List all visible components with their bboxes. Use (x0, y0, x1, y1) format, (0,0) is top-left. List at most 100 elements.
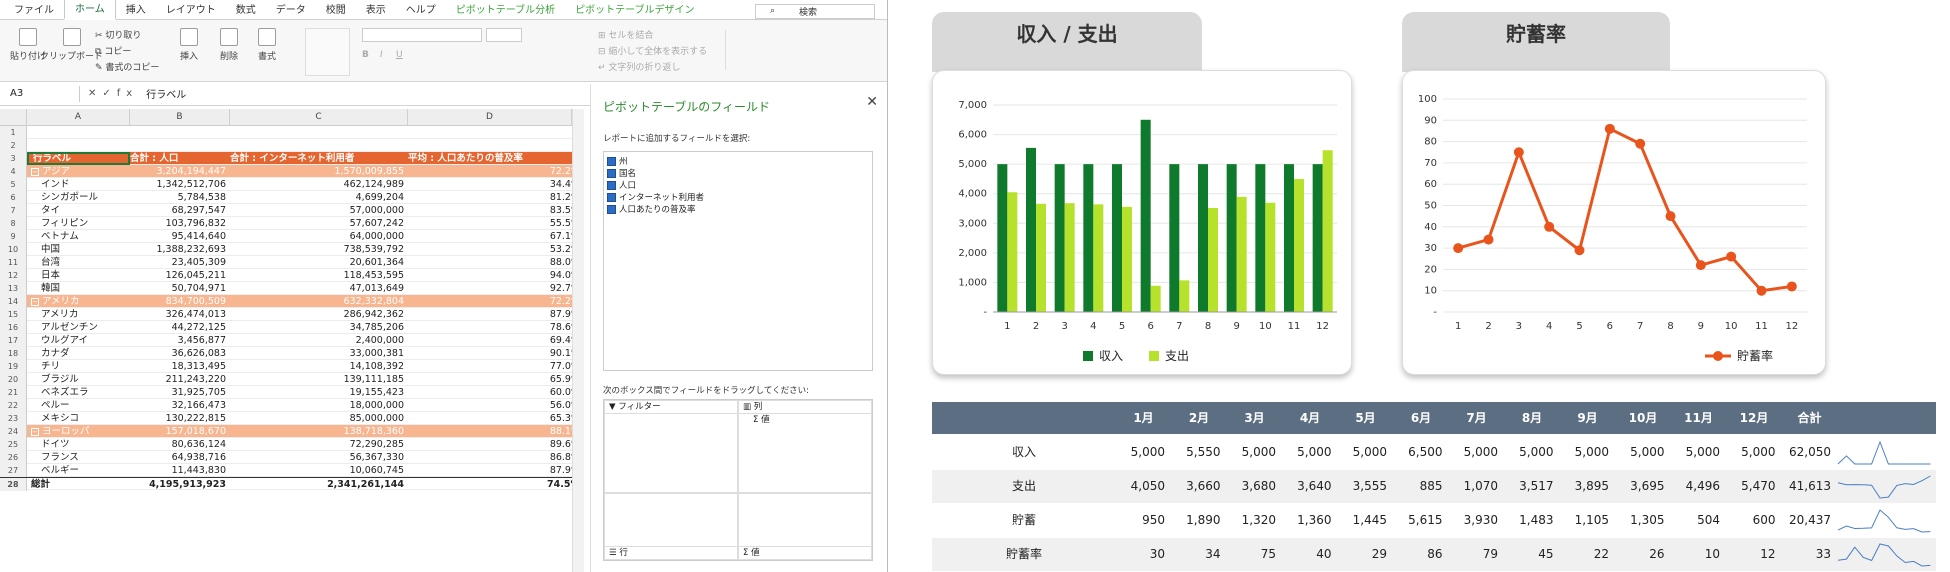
row-label-cell[interactable]: シンガポール (27, 191, 130, 204)
penetration-rate-cell[interactable]: 60.0% (408, 386, 584, 399)
population-cell[interactable]: 11,443,830 (130, 464, 230, 477)
tab-pivot-design[interactable]: ピボットテーブルデザイン (565, 0, 704, 19)
row-number[interactable]: 16 (0, 321, 27, 334)
population-cell[interactable]: 4,195,913,923 (130, 478, 230, 491)
population-cell[interactable]: 64,938,716 (130, 451, 230, 464)
values-area[interactable]: Σ 値 (738, 493, 872, 560)
internet-users-cell[interactable]: 1,570,009,855 (230, 165, 408, 178)
font-family-select[interactable] (362, 28, 482, 42)
row-number[interactable]: 23 (0, 412, 27, 425)
row-label-cell[interactable]: フィリピン (27, 217, 130, 230)
row-label-cell[interactable]: 日本 (27, 269, 130, 282)
rows-area[interactable]: ☰ 行 (604, 493, 738, 560)
row-number[interactable]: 4 (0, 165, 27, 178)
penetration-rate-cell[interactable]: 65.3% (408, 412, 584, 425)
row-label-cell[interactable]: − アジア (27, 165, 130, 178)
row-number[interactable]: 12 (0, 269, 27, 282)
checkbox-checked-icon[interactable] (607, 168, 616, 178)
population-cell[interactable]: 31,925,705 (130, 386, 230, 399)
internet-users-cell[interactable]: 738,539,792 (230, 243, 408, 256)
field-item[interactable]: 人口あたりの普及率 (607, 203, 869, 215)
population-cell[interactable]: 1,388,232,693 (130, 243, 230, 256)
row-number[interactable]: 13 (0, 282, 27, 295)
insert-cells-button[interactable]: 挿入 (180, 28, 198, 62)
row-number[interactable]: 15 (0, 308, 27, 321)
population-cell[interactable]: 32,166,473 (130, 399, 230, 412)
row-label-cell[interactable]: ウルグアイ (27, 334, 130, 347)
penetration-rate-cell[interactable]: 89.6% (408, 438, 584, 451)
internet-users-cell[interactable]: 57,000,000 (230, 204, 408, 217)
penetration-rate-cell[interactable]: 92.7% (408, 282, 584, 295)
copy-button[interactable]: ⧉ コピー (95, 44, 131, 57)
sum-population-header[interactable]: 合計 : 人口 (130, 152, 230, 165)
row-label-header[interactable]: 行ラベル (27, 152, 130, 165)
internet-users-cell[interactable]: 33,000,381 (230, 347, 408, 360)
row-label-cell[interactable]: ベトナム (27, 230, 130, 243)
filter-area[interactable]: ▼ フィルター (604, 400, 738, 493)
formula-input[interactable]: 行ラベル (146, 86, 186, 101)
row-label-cell[interactable]: − ヨーロッパ (27, 425, 130, 438)
penetration-rate-cell[interactable]: 55.5% (408, 217, 584, 230)
population-cell[interactable]: 126,045,211 (130, 269, 230, 282)
wrap-button[interactable]: ↵ 文字列の折り返し (598, 60, 680, 73)
internet-users-cell[interactable]: 286,942,362 (230, 308, 408, 321)
row-label-cell[interactable]: カナダ (27, 347, 130, 360)
spreadsheet-grid[interactable]: A B C D 1 2 3 行ラベル 合計 : 人口 合計 : インターネット利… (0, 109, 584, 572)
penetration-rate-cell[interactable]: 86.8% (408, 451, 584, 464)
population-cell[interactable]: 18,313,495 (130, 360, 230, 373)
collapse-icon[interactable]: − (31, 168, 39, 176)
internet-users-cell[interactable]: 462,124,989 (230, 178, 408, 191)
row-number[interactable]: 6 (0, 191, 27, 204)
population-cell[interactable]: 326,474,013 (130, 308, 230, 321)
tab-review[interactable]: 校閲 (316, 0, 356, 19)
row-label-cell[interactable]: ブラジル (27, 373, 130, 386)
population-cell[interactable]: 68,297,547 (130, 204, 230, 217)
row-number[interactable]: 19 (0, 360, 27, 373)
shrink-button[interactable]: ⊟ 縮小して全体を表示する (598, 44, 707, 57)
population-cell[interactable]: 3,456,877 (130, 334, 230, 347)
internet-users-cell[interactable]: 632,332,804 (230, 295, 408, 308)
row-number[interactable]: 5 (0, 178, 27, 191)
population-cell[interactable]: 834,700,509 (130, 295, 230, 308)
penetration-rate-cell[interactable]: 78.6% (408, 321, 584, 334)
formula-buttons[interactable]: ✕✓fx (80, 88, 146, 99)
penetration-rate-cell[interactable]: 72.2% (408, 165, 584, 178)
population-cell[interactable]: 103,796,832 (130, 217, 230, 230)
internet-users-cell[interactable]: 57,607,242 (230, 217, 408, 230)
field-item[interactable]: 国名 (607, 167, 869, 179)
field-item[interactable]: 州 (607, 155, 869, 167)
internet-users-cell[interactable]: 34,785,206 (230, 321, 408, 334)
penetration-rate-cell[interactable]: 65.9% (408, 373, 584, 386)
population-cell[interactable]: 36,626,083 (130, 347, 230, 360)
row-label-cell[interactable]: ベルギー (27, 464, 130, 477)
penetration-rate-cell[interactable]: 88.1% (408, 425, 584, 438)
cut-button[interactable]: ✂ 切り取り (95, 28, 141, 41)
row-number[interactable]: 18 (0, 347, 27, 360)
checkbox-checked-icon[interactable] (607, 156, 616, 166)
tab-layout[interactable]: レイアウト (156, 0, 226, 19)
merge-button[interactable]: ⊞ セルを結合 (598, 28, 653, 41)
tab-view[interactable]: 表示 (356, 0, 396, 19)
bold-button[interactable]: B (362, 50, 369, 60)
penetration-rate-cell[interactable]: 53.2% (408, 243, 584, 256)
checkbox-checked-icon[interactable] (607, 180, 616, 190)
vertical-scrollbar[interactable] (572, 109, 584, 572)
columns-area[interactable]: ▥ 列 Σ 値 (738, 400, 872, 493)
row-number[interactable]: 14 (0, 295, 27, 308)
column-header-a[interactable]: A (27, 109, 130, 126)
penetration-rate-cell[interactable]: 81.2% (408, 191, 584, 204)
name-box[interactable]: A3 (0, 85, 80, 102)
internet-users-cell[interactable]: 47,013,649 (230, 282, 408, 295)
internet-users-cell[interactable]: 85,000,000 (230, 412, 408, 425)
row-number[interactable]: 17 (0, 334, 27, 347)
column-header-c[interactable]: C (230, 109, 408, 126)
row-label-cell[interactable]: アメリカ (27, 308, 130, 321)
row-label-cell[interactable]: 総計 (27, 478, 130, 491)
population-cell[interactable]: 95,414,640 (130, 230, 230, 243)
row-number[interactable]: 28 (0, 478, 27, 491)
population-cell[interactable]: 1,342,512,706 (130, 178, 230, 191)
tab-data[interactable]: データ (266, 0, 316, 19)
row-label-cell[interactable]: 台湾 (27, 256, 130, 269)
penetration-rate-cell[interactable]: 83.5% (408, 204, 584, 217)
penetration-rate-cell[interactable]: 87.9% (408, 464, 584, 477)
